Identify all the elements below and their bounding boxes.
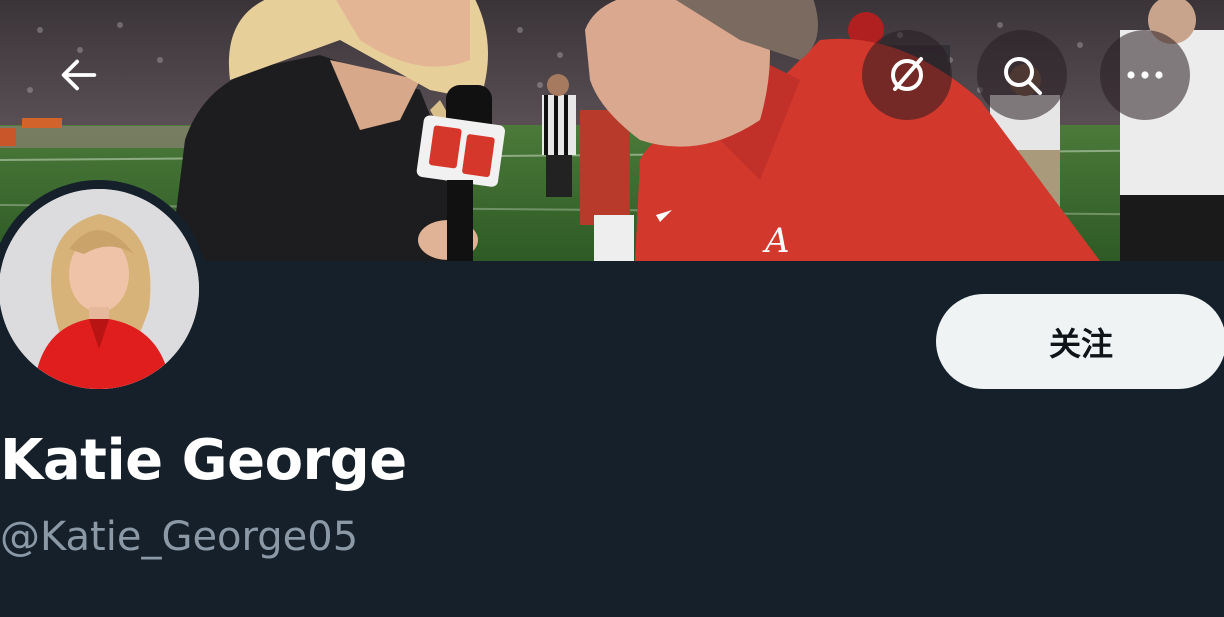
back-button[interactable] xyxy=(34,30,124,120)
more-button[interactable] xyxy=(1100,30,1190,120)
search-button[interactable] xyxy=(977,30,1067,120)
avatar[interactable] xyxy=(0,180,208,398)
follow-button[interactable]: 关注 xyxy=(936,294,1224,389)
globe-slash-icon xyxy=(891,57,923,91)
translate-button[interactable] xyxy=(862,30,952,120)
profile-handle: @Katie_George05 xyxy=(0,514,359,560)
svg-text:A: A xyxy=(762,221,790,261)
search-icon xyxy=(1004,57,1042,95)
more-horizontal-icon xyxy=(1127,71,1163,79)
arrow-left-icon xyxy=(61,59,97,91)
avatar-photo xyxy=(0,189,199,389)
profile-display-name: Katie George xyxy=(0,428,407,493)
